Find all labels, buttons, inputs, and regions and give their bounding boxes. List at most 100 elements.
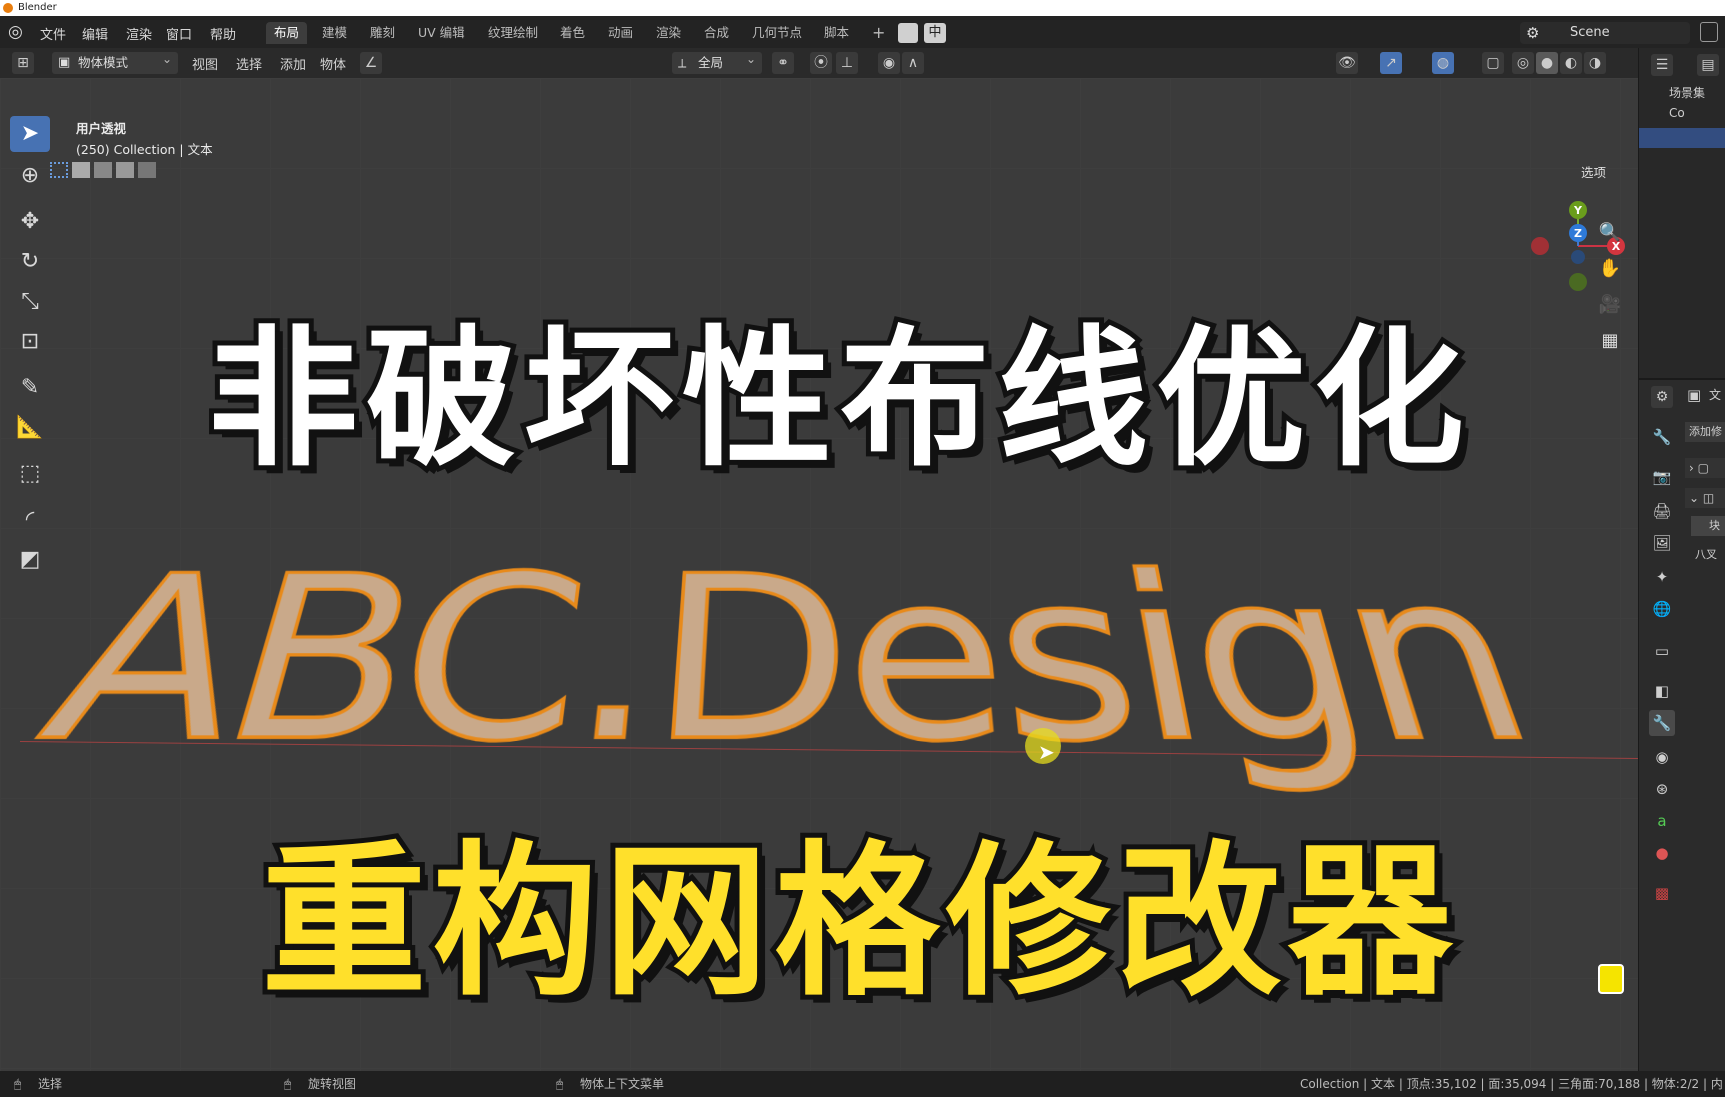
blender-menu-icon[interactable]: ◎ (8, 22, 23, 42)
select-subtract-icon[interactable] (94, 162, 112, 178)
proportional-edit-icon[interactable]: ◉ (878, 52, 900, 74)
ime-toggle-icon[interactable] (898, 23, 918, 43)
wireframe-shading-icon[interactable]: ◎ (1512, 52, 1534, 74)
outliner-display-icon[interactable]: ☰ (1651, 54, 1673, 76)
tab-uv-editing[interactable]: UV 编辑 (410, 22, 473, 44)
tab-texture-paint[interactable]: 纹理绘制 (480, 22, 546, 44)
scene-props-icon[interactable]: ✦ (1649, 564, 1675, 590)
transform-tool-icon[interactable]: ⊡ (10, 324, 50, 360)
tab-geometry-nodes[interactable]: 几何节点 (744, 22, 810, 44)
tab-rendering[interactable]: 渲染 (648, 22, 689, 44)
move-tool-icon[interactable]: ✥ (10, 204, 50, 240)
menu-view[interactable]: 视图 (192, 54, 218, 73)
status-right-action: 物体上下文菜单 (580, 1077, 665, 1091)
outliner-filter-icon[interactable]: ▤ (1697, 54, 1719, 76)
object-props-icon[interactable]: ◧ (1649, 678, 1675, 704)
select-extend-icon[interactable] (72, 162, 90, 178)
view-layer-props-icon[interactable]: 🖼 (1649, 530, 1675, 556)
tab-modeling[interactable]: 建模 (314, 22, 355, 44)
menu-add[interactable]: 添加 (280, 54, 306, 73)
neg-z-axis-dot[interactable] (1571, 250, 1585, 264)
zoom-icon[interactable]: 🔍 (1597, 220, 1623, 246)
material-props-icon[interactable]: ● (1649, 840, 1675, 866)
visibility-icon[interactable]: 👁 (1336, 52, 1358, 74)
scene-selector[interactable]: ⚙ Scene (1520, 22, 1690, 44)
properties-editor-icon[interactable]: ⚙ (1651, 386, 1673, 408)
physics-props-icon[interactable]: ⊛ (1649, 776, 1675, 802)
world-props-icon[interactable]: 🌐 (1649, 596, 1675, 622)
outliner-selected-row[interactable] (1639, 128, 1725, 148)
modifier-props-icon[interactable]: 🔧 (1649, 710, 1675, 736)
menu-file[interactable]: 文件 (40, 24, 66, 43)
modifier-expanded-header[interactable]: ⌄ ◫ (1685, 488, 1725, 508)
xray-icon[interactable]: ▢ (1482, 52, 1504, 74)
gizmo-toggle-icon[interactable]: ↗ (1380, 52, 1402, 74)
snap-icon[interactable]: ⦿ (810, 52, 832, 74)
modifier-collapsed-header[interactable]: › ▢ (1685, 458, 1725, 478)
cursor-tool-icon[interactable]: ⊕ (10, 158, 50, 194)
menu-edit[interactable]: 编辑 (82, 24, 108, 43)
select-new-icon[interactable] (50, 162, 68, 178)
mode-dropdown[interactable]: ▣ 物体模式 (52, 48, 178, 74)
status-left-action: 选择 (38, 1077, 63, 1091)
scene-browse-icon[interactable] (1700, 22, 1718, 42)
tab-sculpting[interactable]: 雕刻 (362, 22, 403, 44)
annotate-tool-icon[interactable]: ✎ (10, 370, 50, 406)
tab-compositing[interactable]: 合成 (696, 22, 737, 44)
select-intersect-icon[interactable] (138, 162, 156, 178)
select-box-tool-icon[interactable]: ➤ (10, 116, 50, 152)
camera-icon[interactable]: 🎥 (1597, 292, 1623, 318)
remesh-mode-blocks[interactable]: 块 (1691, 516, 1725, 536)
3d-viewport[interactable]: ➤ ⊕ ✥ ↻ ⤡ ⊡ ✎ 📐 ⬚ ◜ ◩ 用户透视 (250) Collect… (0, 78, 1638, 1071)
render-props-icon[interactable]: 📷 (1649, 464, 1675, 490)
menu-help[interactable]: 帮助 (210, 24, 236, 43)
ime-indicator[interactable]: 中 (924, 23, 946, 43)
tab-animation[interactable]: 动画 (600, 22, 641, 44)
texture-props-icon[interactable]: ▩ (1649, 880, 1675, 906)
add-modifier-button[interactable]: 添加修 (1685, 422, 1725, 442)
output-props-icon[interactable]: 🖨 (1649, 498, 1675, 524)
data-props-icon[interactable]: a (1649, 808, 1675, 834)
mouse-left-icon: 🖱 (14, 1077, 22, 1091)
falloff-icon[interactable]: ∧ (902, 52, 924, 74)
options-dropdown[interactable]: 选项 (1576, 162, 1626, 184)
outliner-scene-collection[interactable]: 场景集 (1669, 84, 1705, 101)
solid-shading-icon[interactable]: ● (1536, 52, 1558, 74)
neg-x-axis-dot[interactable] (1531, 237, 1549, 255)
pan-hand-icon[interactable]: ✋ (1597, 256, 1623, 282)
shear-tool-icon[interactable]: ◜ (10, 502, 50, 538)
scale-tool-icon[interactable]: ⤡ (10, 284, 50, 320)
z-axis-label: Z (1574, 227, 1582, 240)
perspective-grid-icon[interactable]: ▦ (1597, 328, 1623, 354)
editor-type-icon[interactable]: ⊞ (12, 52, 34, 74)
menu-object[interactable]: 物体 (320, 54, 346, 73)
particles-props-icon[interactable]: ◉ (1649, 744, 1675, 770)
outliner-panel: ☰ ▤ 场景集 Co (1638, 48, 1725, 378)
select-invert-icon[interactable] (116, 162, 134, 178)
scene-icon: ⚙ (1526, 24, 1540, 42)
tab-scripting[interactable]: 脚本 (816, 22, 857, 44)
transform-pivot-tool-icon[interactable]: ◩ (10, 542, 50, 578)
mouse-pointer-icon: ➤ (1038, 740, 1055, 764)
outliner-collection[interactable]: Co (1669, 106, 1685, 120)
menu-render[interactable]: 渲染 (126, 24, 152, 43)
overlay-toggle-icon[interactable]: ◍ (1432, 52, 1454, 74)
tab-shading[interactable]: 着色 (552, 22, 593, 44)
tab-layout[interactable]: 布局 (266, 22, 308, 44)
text-object-mesh[interactable]: ABC.Design (10, 530, 1600, 800)
menu-select[interactable]: 选择 (236, 54, 262, 73)
orientation-icon: ⟂ (678, 55, 687, 70)
menu-window[interactable]: 窗口 (166, 24, 192, 43)
measure-tool-icon[interactable]: 📐 (10, 410, 50, 446)
pivot-icon[interactable]: ⚭ (772, 52, 794, 74)
collection-props-icon[interactable]: ▭ (1649, 638, 1675, 664)
gp-icon[interactable]: ∠ (360, 52, 382, 74)
add-cube-tool-icon[interactable]: ⬚ (10, 456, 50, 492)
tool-props-icon[interactable]: 🔧 (1649, 424, 1675, 450)
add-workspace-icon[interactable]: + (864, 22, 893, 44)
snap-target-icon[interactable]: ⊥ (836, 52, 858, 74)
rendered-shading-icon[interactable]: ◑ (1584, 52, 1606, 74)
transform-orientation-dropdown[interactable]: ⟂ 全局 (672, 48, 762, 74)
rotate-tool-icon[interactable]: ↻ (10, 244, 50, 280)
material-shading-icon[interactable]: ◐ (1560, 52, 1582, 74)
